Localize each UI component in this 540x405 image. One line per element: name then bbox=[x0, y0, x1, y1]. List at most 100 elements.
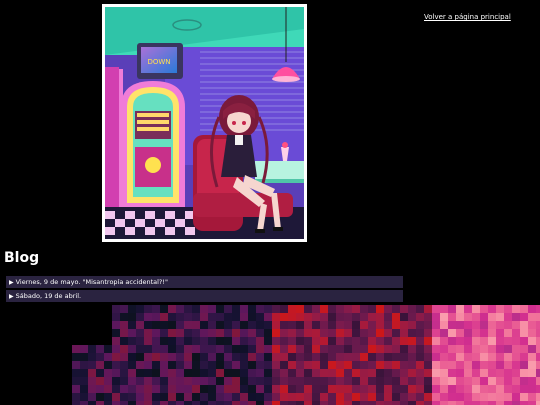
mosaic-tile bbox=[272, 385, 280, 393]
mosaic-tile bbox=[200, 353, 208, 361]
mosaic-tile bbox=[440, 329, 448, 337]
mosaic-tile bbox=[432, 385, 440, 393]
back-to-home-link[interactable]: Volver a página principal bbox=[424, 13, 511, 21]
mosaic-tile bbox=[120, 393, 128, 401]
mosaic-tile bbox=[360, 305, 368, 313]
mosaic-tile bbox=[440, 305, 448, 313]
mosaic-tile bbox=[72, 377, 80, 385]
blog-heading: Blog bbox=[4, 250, 40, 266]
mosaic-tile bbox=[384, 361, 392, 369]
mosaic-tile bbox=[288, 345, 296, 353]
mosaic-tile bbox=[456, 321, 464, 329]
mosaic-tile bbox=[136, 321, 144, 329]
mosaic-tile bbox=[320, 369, 328, 377]
mosaic-tile bbox=[504, 345, 512, 353]
mosaic-tile bbox=[344, 393, 352, 401]
mosaic-tile bbox=[432, 377, 440, 385]
mosaic-tile bbox=[464, 345, 472, 353]
mosaic-tile bbox=[224, 337, 232, 345]
mosaic-tile bbox=[152, 393, 160, 401]
mosaic-tile bbox=[368, 313, 376, 321]
mosaic-tile bbox=[320, 385, 328, 393]
mosaic-tile bbox=[528, 369, 536, 377]
mosaic-tile bbox=[408, 345, 416, 353]
mosaic-tile bbox=[136, 329, 144, 337]
mosaic-tile bbox=[344, 353, 352, 361]
mosaic-tile bbox=[536, 401, 540, 405]
blog-entry-19-abril[interactable]: ▶ Sábado, 19 de abril. bbox=[6, 290, 403, 302]
mosaic-tile bbox=[480, 305, 488, 313]
mosaic-tile bbox=[336, 401, 344, 405]
mosaic-tile bbox=[432, 369, 440, 377]
mosaic-tile bbox=[160, 393, 168, 401]
mosaic-tile bbox=[184, 393, 192, 401]
mosaic-tile bbox=[416, 361, 424, 369]
mosaic-tile bbox=[528, 353, 536, 361]
mosaic-tile bbox=[400, 377, 408, 385]
mosaic-tile bbox=[208, 329, 216, 337]
mosaic-tile bbox=[384, 329, 392, 337]
mosaic-tile bbox=[336, 385, 344, 393]
mosaic-tile bbox=[280, 385, 288, 393]
mosaic-tile bbox=[528, 345, 536, 353]
mosaic-tile bbox=[536, 369, 540, 377]
mosaic-tile bbox=[448, 401, 456, 405]
mosaic-tile bbox=[520, 321, 528, 329]
mosaic-tile bbox=[112, 337, 120, 345]
mosaic-tile bbox=[232, 353, 240, 361]
mosaic-tile bbox=[112, 385, 120, 393]
mosaic-tile bbox=[128, 401, 136, 405]
mosaic-tile bbox=[264, 385, 272, 393]
mosaic-tile bbox=[264, 337, 272, 345]
mosaic-tile bbox=[504, 369, 512, 377]
mosaic-tile bbox=[80, 385, 88, 393]
mosaic-tile bbox=[432, 337, 440, 345]
mosaic-tile bbox=[336, 377, 344, 385]
mosaic-tile bbox=[432, 321, 440, 329]
mosaic-tile bbox=[312, 361, 320, 369]
mosaic-tile bbox=[88, 369, 96, 377]
mosaic-tile bbox=[520, 377, 528, 385]
mosaic-tile bbox=[384, 353, 392, 361]
mosaic-tile bbox=[416, 345, 424, 353]
mosaic-tile bbox=[120, 377, 128, 385]
mosaic-tile bbox=[448, 337, 456, 345]
mosaic-tile bbox=[192, 345, 200, 353]
mosaic-tile bbox=[168, 353, 176, 361]
mosaic-tile bbox=[120, 385, 128, 393]
mosaic-tile bbox=[72, 345, 80, 353]
mosaic-tile bbox=[176, 305, 184, 313]
mosaic-tile bbox=[464, 305, 472, 313]
mosaic-tile bbox=[304, 305, 312, 313]
mosaic-tile bbox=[352, 313, 360, 321]
mosaic-tile bbox=[104, 361, 112, 369]
mosaic-tile bbox=[520, 361, 528, 369]
mosaic-tile bbox=[408, 393, 416, 401]
mosaic-tile bbox=[272, 305, 280, 313]
mosaic-tile bbox=[176, 345, 184, 353]
mosaic-tile bbox=[352, 377, 360, 385]
mosaic-tile bbox=[368, 361, 376, 369]
mosaic-tile bbox=[384, 313, 392, 321]
mosaic-tile bbox=[392, 313, 400, 321]
mosaic-tile bbox=[336, 305, 344, 313]
mosaic-tile bbox=[248, 353, 256, 361]
mosaic-tile bbox=[248, 321, 256, 329]
mosaic-tile bbox=[168, 393, 176, 401]
mosaic-tile bbox=[160, 305, 168, 313]
mosaic-tile bbox=[160, 401, 168, 405]
mosaic-tile bbox=[272, 393, 280, 401]
mosaic-tile bbox=[200, 385, 208, 393]
mosaic-tile bbox=[240, 345, 248, 353]
mosaic-tile bbox=[368, 329, 376, 337]
mosaic-tile bbox=[536, 377, 540, 385]
mosaic-tile bbox=[128, 385, 136, 393]
mosaic-tile bbox=[240, 369, 248, 377]
mosaic-tile bbox=[368, 377, 376, 385]
mosaic-tile bbox=[480, 337, 488, 345]
mosaic-tile bbox=[488, 345, 496, 353]
blog-entry-9-mayo[interactable]: ▶ Viernes, 9 de mayo. "Misantropía accide… bbox=[6, 276, 403, 288]
mosaic-tile bbox=[432, 361, 440, 369]
mosaic-tile bbox=[224, 385, 232, 393]
mosaic-tile bbox=[152, 401, 160, 405]
